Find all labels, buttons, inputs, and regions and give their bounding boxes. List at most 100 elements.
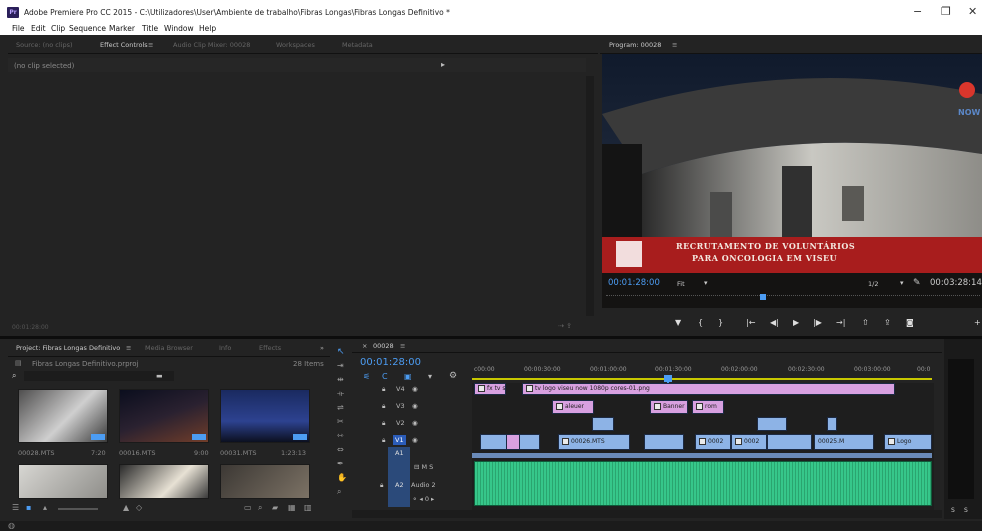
tab-menu-icon[interactable]: ≡ [148,41,153,49]
effect-scrollbar[interactable] [586,76,594,316]
program-time-ruler[interactable] [606,295,980,304]
more-tabs-icon[interactable]: » [320,344,324,352]
track-select-tool-icon[interactable]: ⇥ [337,361,344,370]
program-playhead-timecode[interactable]: 00:01:28:00 [608,278,660,288]
timeline-marker-icon[interactable]: ▾ [428,372,432,381]
new-item-icon[interactable]: ▦ [288,503,296,512]
sort-menu-icon[interactable]: ◇ [136,503,142,512]
tab-audio-clip-mixer[interactable]: Audio Clip Mixer: 00028 [173,41,250,49]
lock-icon[interactable]: 🔒︎ [382,419,385,428]
work-area-bar[interactable] [472,378,932,380]
timeline-playhead-timecode[interactable]: 00:01:28:00 [360,357,421,368]
play-icon[interactable]: ▶ [793,318,799,327]
lock-icon[interactable]: 🔒︎ [382,436,385,445]
lock-icon[interactable]: 🔒︎ [382,385,385,394]
list-view-icon[interactable]: ☰ [12,503,19,512]
zoom-slider[interactable] [58,508,98,510]
clip-v4-a[interactable]: fx tv s [474,383,506,395]
marker-icon[interactable]: ▼ [675,318,681,327]
audio-a1-strip[interactable] [472,453,932,458]
tab-effects[interactable]: Effects [259,344,281,352]
clip-thumbnail-4[interactable] [18,464,108,499]
tab-sequence[interactable]: 00028 [373,342,394,350]
visibility-icon[interactable]: ◉ [412,385,418,393]
menu-edit[interactable]: Edit [31,24,46,33]
search-icon[interactable]: ⌕ [12,371,16,381]
program-menu-icon[interactable]: ≡ [672,41,677,49]
resolution-select[interactable]: 1/2 [868,280,878,288]
clip-v4-b[interactable]: tv logo viseu now 1080p cores-01.png [522,383,895,395]
icon-view-icon[interactable]: ▪ [26,503,31,512]
new-bin-icon[interactable]: ▬ [156,372,163,380]
tab-effect-controls[interactable]: Effect Controls [100,41,148,49]
zoom-tool-icon[interactable]: ⌕ [337,487,341,497]
go-to-in-icon[interactable]: |← [746,318,755,327]
clip-v1-c[interactable]: 0002 [731,434,767,450]
clip-v3-c[interactable]: rom [692,400,724,414]
clip-v3-a[interactable]: aleuer [552,400,594,414]
slide-tool-icon[interactable]: ⇔ [337,445,344,454]
tab-media-browser[interactable]: Media Browser [145,344,193,352]
mark-in-icon[interactable]: { [698,318,703,327]
audio-keyframe-icons[interactable]: ⚬ ◂ 0 ▸ [412,495,434,503]
snap-icon[interactable]: ⚟ [363,372,370,381]
resolution-dropdown-icon[interactable]: ▾ [900,279,904,287]
track-label-a1[interactable]: A1 [395,449,404,457]
tracks-area[interactable]: fx tv s tv logo viseu now 1080p cores-01… [472,383,934,510]
track-label-v1[interactable]: V1 [393,435,406,445]
rolling-edit-tool-icon[interactable]: ⟛ [337,389,344,399]
menu-title[interactable]: Title [142,24,158,33]
project-menu-icon[interactable]: ≡ [126,344,131,352]
close-icon[interactable]: ✕ [968,5,977,18]
solo-left-button[interactable]: S [951,507,955,514]
rate-stretch-tool-icon[interactable]: ⇌ [337,403,344,412]
clip-v1-d[interactable]: 00025.M [814,434,874,450]
hand-tool-icon[interactable]: ✋ [337,473,347,482]
extract-icon[interactable]: ⇪ [884,318,891,327]
tab-program[interactable]: Program: 00028 [609,41,661,49]
lock-icon[interactable]: 🔒︎ [382,402,385,411]
razor-tool-icon[interactable]: ✂ [337,417,344,426]
menu-file[interactable]: File [12,24,25,33]
fit-dropdown-icon[interactable]: ▾ [704,279,708,287]
expand-arrow-icon[interactable]: ▸ [441,60,445,69]
linked-selection-icon[interactable]: C [382,372,388,381]
add-button-icon[interactable]: + [974,318,981,327]
freeform-view-icon[interactable]: ▴ [43,503,47,512]
automate-icon[interactable]: ▭ [244,503,252,512]
tab-metadata[interactable]: Metadata [342,41,373,49]
close-sequence-icon[interactable]: × [362,342,367,350]
timeline-settings-icon[interactable]: ⚙ [449,371,457,381]
clip-v2[interactable] [592,417,614,431]
lift-icon[interactable]: ⇧ [862,318,869,327]
clip-v1-a[interactable]: 00026.MTS [558,434,630,450]
timeline-ruler[interactable]: c00:00 00:00:30:00 00:01:00:00 00:01:30:… [472,359,937,381]
clip-v3-b[interactable]: Banner [650,400,688,414]
lock-icon[interactable]: 🔒︎ [380,481,383,490]
slip-tool-icon[interactable]: ⇿ [337,431,344,440]
tab-info[interactable]: Info [219,344,231,352]
visibility-icon[interactable]: ◉ [412,402,418,410]
clip-thumbnail-1[interactable] [18,389,108,443]
filter-icon[interactable]: ⇢ ⇪ [558,322,572,330]
menu-clip[interactable]: Clip [51,24,65,33]
track-label-a2[interactable]: A2 [395,481,404,489]
clip-v2[interactable] [757,417,787,431]
new-bin-footer-icon[interactable]: ▰ [272,503,278,512]
visibility-icon[interactable]: ◉ [412,436,418,444]
minimize-icon[interactable]: − [913,5,922,18]
maximize-icon[interactable]: ❐ [941,5,951,18]
clip-v1-e[interactable]: Logo [884,434,932,450]
tab-project[interactable]: Project: Fibras Longas Definitivo [16,344,120,352]
go-to-out-icon[interactable]: →| [836,318,845,327]
wrench-icon[interactable]: ✎ [913,278,921,288]
solo-right-button[interactable]: S [964,507,968,514]
visibility-icon[interactable]: ◉ [412,419,418,427]
clip-thumbnail-2[interactable] [119,389,209,443]
export-frame-icon[interactable]: ◙ [906,318,914,327]
menu-window[interactable]: Window [164,24,194,33]
clip-v1[interactable] [767,434,812,450]
clip-v2[interactable] [827,417,837,431]
trash-icon[interactable]: ▥ [304,503,312,512]
menu-marker[interactable]: Marker [109,24,135,33]
